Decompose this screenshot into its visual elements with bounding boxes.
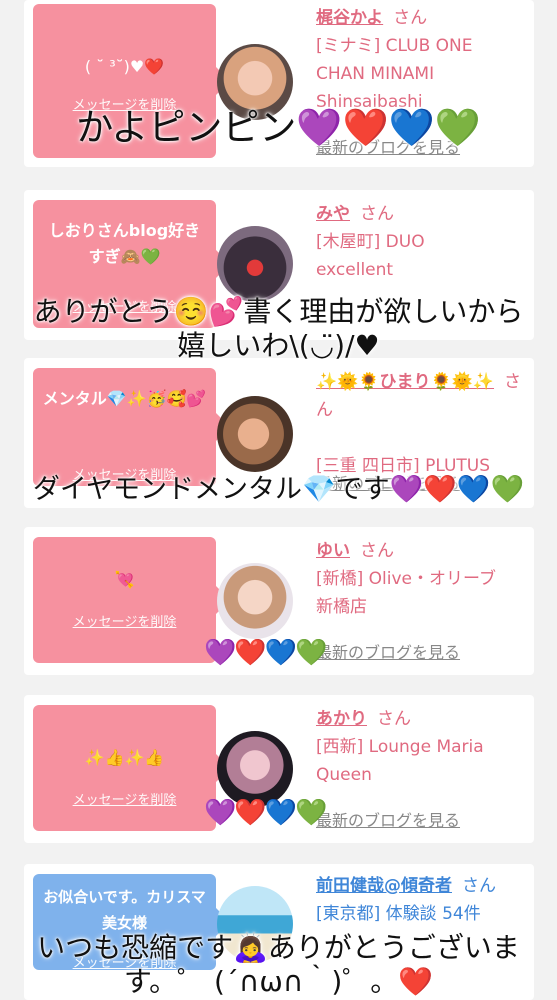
cast-name[interactable]: 梶谷かよ: [316, 8, 383, 28]
caption-text: 嬉しいわ\(◡̈)/♥︎: [177, 329, 380, 362]
message-bubble: 💘 メッセージを削除: [33, 537, 230, 663]
honorific: さん: [462, 876, 496, 896]
avatar[interactable]: [217, 396, 293, 472]
cast-name[interactable]: あかり: [316, 709, 367, 729]
shop-line: [新橋] Olive・オリーブ: [316, 569, 496, 589]
delete-message-link[interactable]: メッセージを削除: [33, 789, 216, 808]
message-bubble: メンタル💎✨🥳🥰💕 メッセージを削除: [33, 368, 230, 486]
caption-text: ダイヤモンドメンタル💎です💜❤️💙💚: [32, 474, 525, 505]
honorific: さん: [393, 8, 428, 28]
honorific: さん: [377, 709, 411, 729]
shop-line: Queen: [316, 765, 372, 785]
message-text: ( ˘ ³˘)♥❤️: [84, 57, 165, 76]
latest-blog-link[interactable]: 最新のブログを見る: [316, 639, 460, 663]
shop-line: excellent: [316, 260, 394, 280]
cast-name[interactable]: ゆい: [316, 541, 350, 561]
avatar[interactable]: [217, 563, 293, 639]
message-text: しおりさんblog好きすぎ🙈💚: [48, 221, 201, 266]
hearts-emoji: 💜❤️💙💚: [204, 798, 327, 828]
caption-text: かよピンピン💜❤️💙💚: [76, 106, 481, 149]
message-bubble: ✨👍✨👍 メッセージを削除: [33, 705, 230, 831]
shop-line: [西新] Lounge Maria: [316, 737, 484, 757]
shop-line: CHAN MINAMI: [316, 64, 435, 84]
delete-message-link[interactable]: メッセージを削除: [33, 611, 216, 630]
honorific: さん: [360, 204, 394, 224]
message-text: 💘: [114, 570, 135, 589]
shop-line: [ミナミ] CLUB ONE: [316, 36, 473, 56]
hearts-emoji: 💜❤️💙💚: [204, 638, 327, 668]
shop-line: [東京都] 体験談 54件: [316, 904, 481, 924]
shop-line: 新橋店: [316, 597, 367, 617]
avatar[interactable]: [217, 226, 293, 302]
cast-name[interactable]: 前田健哉@傾奇者: [316, 876, 452, 896]
shop-line: [木屋町] DUO: [316, 232, 425, 252]
cast-name[interactable]: みや: [316, 204, 350, 224]
caption-text: す。゜ (´∩ω∩｀)゜。❤️: [123, 965, 434, 998]
latest-blog-link[interactable]: 最新のブログを見る: [316, 807, 460, 831]
cast-name[interactable]: ✨🌞🌻ひまり🌻🌞✨: [316, 372, 494, 392]
message-text: メンタル💎✨🥳🥰💕: [42, 389, 207, 408]
honorific: さん: [360, 541, 394, 561]
avatar[interactable]: [217, 731, 293, 807]
message-text: ✨👍✨👍: [84, 748, 165, 767]
